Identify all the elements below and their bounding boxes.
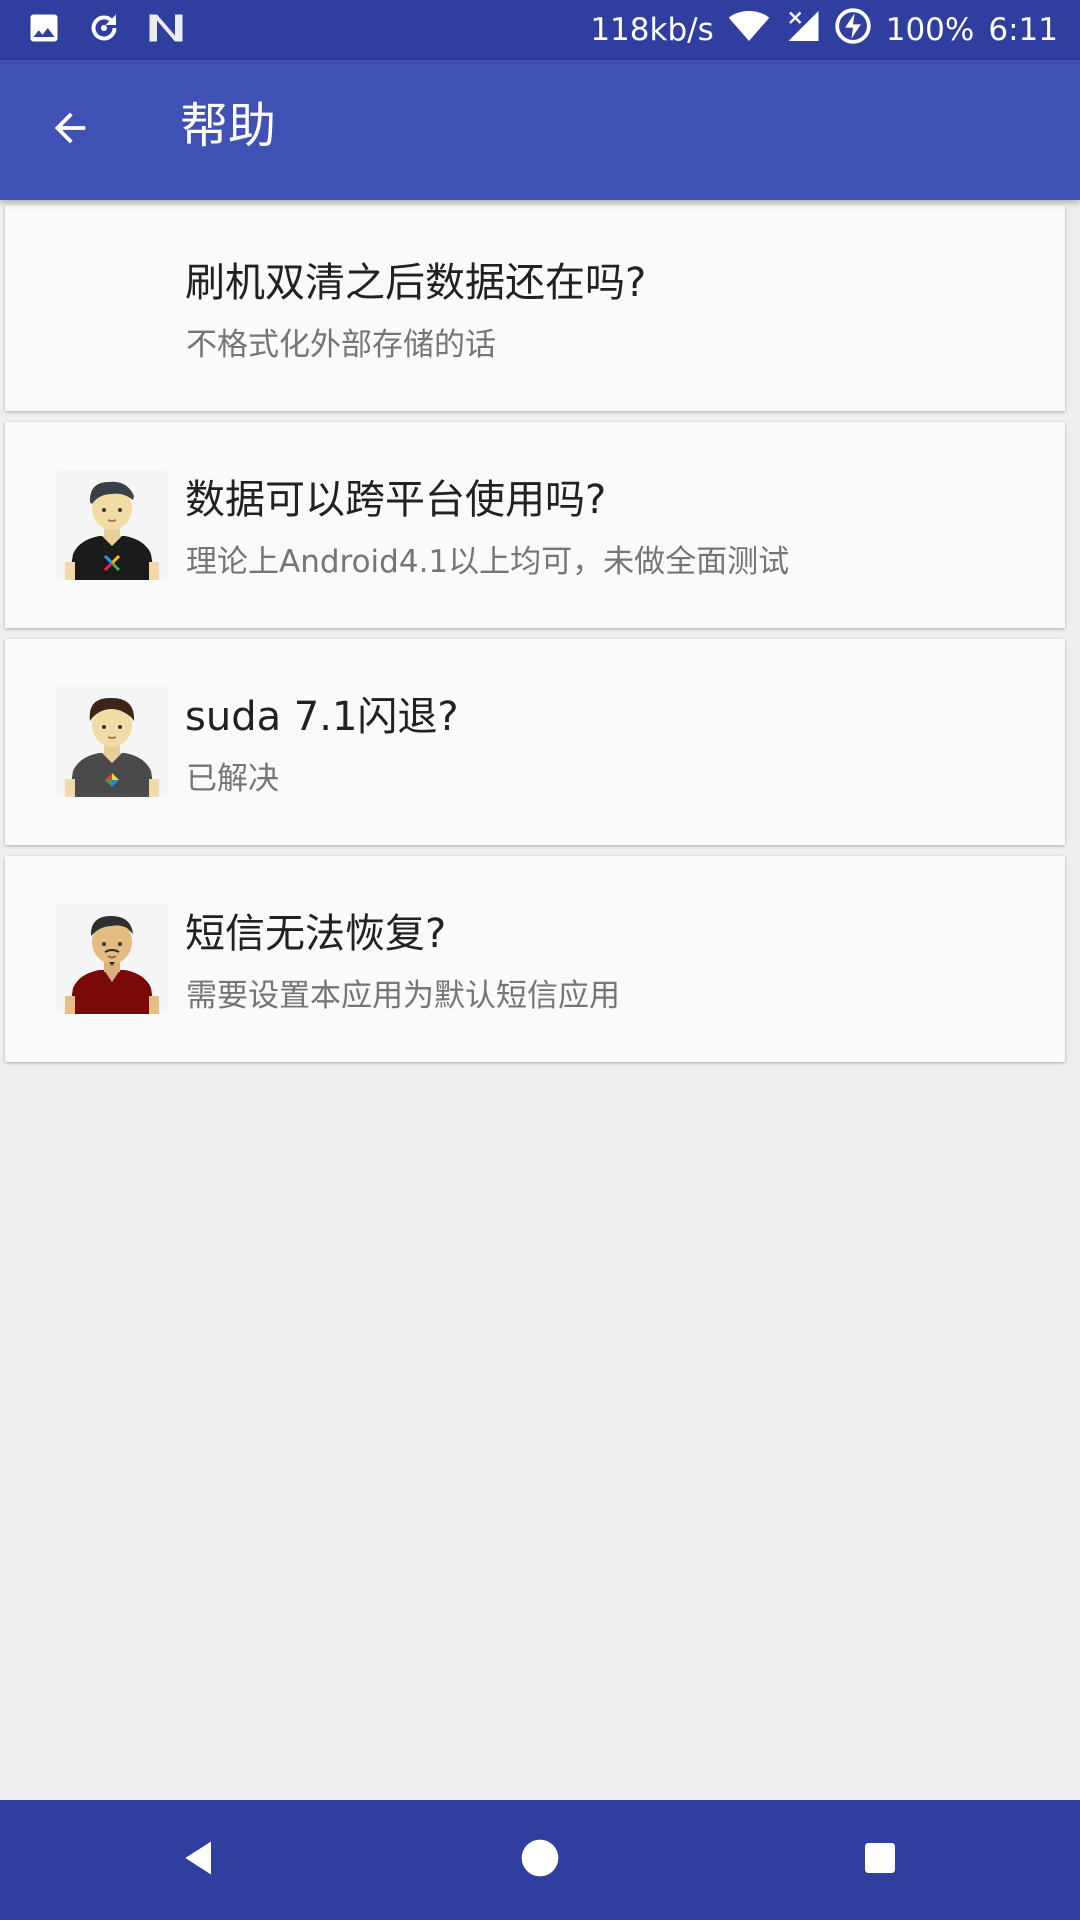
list-item[interactable]: suda 7.1闪退? 已解决 — [5, 639, 1065, 845]
avatar — [57, 687, 167, 797]
system-nav-bar — [0, 1800, 1080, 1920]
battery-charging-icon — [834, 7, 872, 53]
nav-recents-icon — [860, 1838, 900, 1882]
nav-back-icon — [178, 1836, 222, 1884]
list-item[interactable]: 数据可以跨平台使用吗? 理论上Android4.1以上均可，未做全面测试 — [5, 422, 1065, 628]
item-subtitle: 已解决 — [186, 761, 279, 797]
avatar — [57, 470, 167, 580]
app-bar: 帮助 — [0, 60, 1080, 200]
status-right: 118kb/s 100% 6:11 — [590, 8, 1058, 52]
signal-icon — [784, 8, 820, 52]
item-title: 刷机双清之后数据还在吗? — [185, 260, 647, 306]
nav-home-icon — [518, 1836, 562, 1884]
help-list: 刷机双清之后数据还在吗? 不格式化外部存储的话 数据可以跨平台使用吗? 理论上A… — [5, 205, 1065, 1073]
wifi-icon — [728, 8, 770, 52]
clock: 6:11 — [988, 12, 1058, 48]
item-subtitle: 不格式化外部存储的话 — [186, 327, 496, 363]
status-bar: 118kb/s 100% 6:11 — [0, 0, 1080, 60]
list-item[interactable]: 刷机双清之后数据还在吗? 不格式化外部存储的话 — [5, 205, 1065, 411]
sync-icon — [86, 10, 122, 50]
nav-recents-button[interactable] — [840, 1820, 920, 1900]
item-title: suda 7.1闪退? — [185, 694, 459, 740]
nav-back-button[interactable] — [160, 1820, 240, 1900]
item-subtitle: 理论上Android4.1以上均可，未做全面测试 — [186, 544, 790, 580]
page-title: 帮助 — [180, 98, 277, 154]
network-speed: 118kb/s — [590, 12, 714, 48]
status-left-icons — [26, 10, 186, 50]
arrow-back-icon — [47, 105, 93, 155]
back-button[interactable] — [30, 90, 110, 170]
item-title: 数据可以跨平台使用吗? — [185, 477, 607, 523]
list-item[interactable]: 短信无法恢复? 需要设置本应用为默认短信应用 — [5, 856, 1065, 1062]
battery-percent: 100% — [885, 12, 975, 48]
avatar — [57, 904, 167, 1014]
image-icon — [26, 10, 62, 50]
n-logo-icon — [146, 10, 186, 50]
nav-home-button[interactable] — [500, 1820, 580, 1900]
item-subtitle: 需要设置本应用为默认短信应用 — [186, 978, 620, 1014]
item-title: 短信无法恢复? — [185, 911, 447, 957]
